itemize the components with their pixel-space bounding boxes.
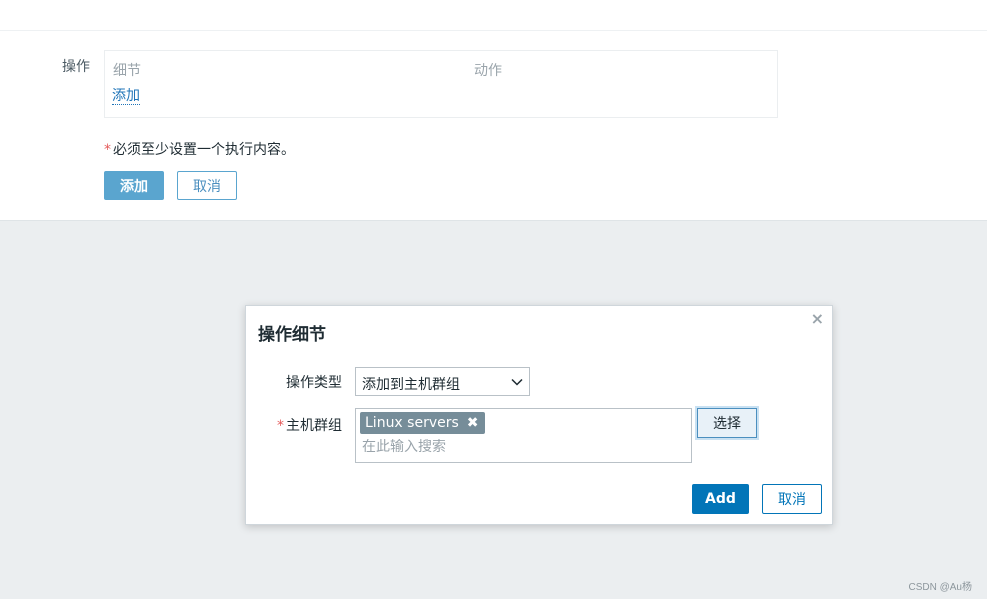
host-group-search-input[interactable] [362,439,662,455]
tag-label: Linux servers [365,415,459,431]
add-operation-link[interactable]: 添加 [112,88,140,105]
host-group-label-text: 主机群组 [286,418,342,434]
operations-label: 操作 [62,59,90,75]
column-header-action: 动作 [474,63,502,79]
operation-type-label: 操作类型 [286,375,342,391]
required-star: * [277,418,284,434]
required-star: * [104,142,111,158]
column-header-details: 细节 [113,63,141,79]
operation-type-select[interactable]: 添加到主机群组 [355,367,530,396]
add-button[interactable]: 添加 [104,171,164,200]
cancel-button[interactable]: 取消 [177,171,237,200]
operation-details-dialog: × 操作细节 操作类型 添加到主机群组 * 主机群组 Linux servers ✖… [245,305,833,525]
host-group-label: * 主机群组 [277,415,342,435]
watermark: CSDN @Au杨 [908,582,973,593]
close-icon[interactable]: × [811,309,824,328]
selected-tag: Linux servers ✖ [360,412,485,434]
host-group-multiselect[interactable]: Linux servers ✖ [355,408,692,463]
select-button[interactable]: 选择 [697,408,757,438]
chevron-down-icon [511,378,523,386]
divider [0,30,987,31]
operations-table: 细节 动作 添加 [104,50,778,118]
operation-type-value: 添加到主机群组 [362,377,460,393]
required-note: * 必须至少设置一个执行内容。 [104,139,295,159]
dialog-add-button[interactable]: Add [692,484,749,514]
dialog-title: 操作细节 [258,325,326,345]
required-note-text: 必须至少设置一个执行内容。 [113,142,295,158]
remove-tag-icon[interactable]: ✖ [467,415,479,431]
dialog-cancel-button[interactable]: 取消 [762,484,822,514]
operations-panel: 操作 细节 动作 添加 * 必须至少设置一个执行内容。 添加 取消 [0,0,987,221]
